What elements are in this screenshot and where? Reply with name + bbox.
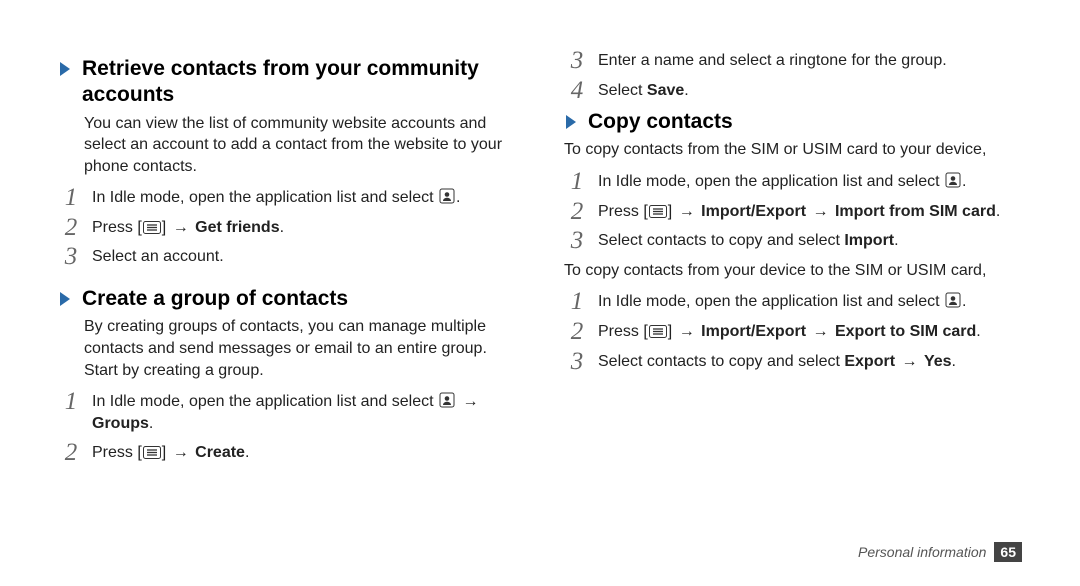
step-text: . (684, 82, 688, 99)
footer-section-label: Personal information (858, 544, 986, 560)
step-item: 3 Enter a name and select a ringtone for… (564, 50, 1022, 72)
contacts-app-icon (945, 172, 961, 188)
step-text: Select an account. (92, 248, 224, 265)
step-text: Select (598, 82, 647, 99)
step-bold: Get friends (195, 219, 279, 236)
step-number: 2 (58, 436, 84, 470)
section-title: Copy contacts (588, 109, 733, 135)
step-text: In Idle mode, open the application list … (598, 173, 944, 190)
section-body: To copy contacts from the SIM or USIM ca… (564, 139, 1022, 161)
step-text: Press [ (598, 323, 648, 340)
step-number: 4 (564, 74, 590, 108)
step-item: 1 In Idle mode, open the application lis… (564, 291, 1022, 313)
step-item: 2 Press [] → Import/Export → Import from… (564, 201, 1022, 223)
step-bold: Import/Export (701, 203, 806, 220)
step-text: ] (668, 203, 677, 220)
step-text: . (280, 219, 284, 236)
section-title: Retrieve contacts from your community ac… (82, 56, 516, 109)
arrow-icon: → (810, 203, 830, 220)
steps-list: 1 In Idle mode, open the application lis… (564, 291, 1022, 372)
arrow-icon: → (810, 323, 830, 340)
step-text: . (952, 353, 956, 370)
step-bold: Export to SIM card (835, 323, 976, 340)
step-text: Press [ (92, 219, 142, 236)
page-number: 65 (994, 542, 1022, 562)
step-text: In Idle mode, open the application list … (598, 293, 944, 310)
menu-key-icon (649, 205, 667, 218)
right-column: 3 Enter a name and select a ringtone for… (564, 50, 1022, 530)
step-text: . (149, 415, 153, 432)
step-item: 3 Select contacts to copy and select Exp… (564, 351, 1022, 373)
chevron-right-icon (564, 113, 578, 131)
step-text: . (456, 189, 460, 206)
step-bold: Import (844, 232, 894, 249)
step-bold: Yes (924, 353, 952, 370)
step-text: Enter a name and select a ringtone for t… (598, 52, 947, 69)
steps-list-continued: 3 Enter a name and select a ringtone for… (564, 50, 1022, 101)
step-text: . (976, 323, 980, 340)
step-number: 1 (58, 385, 84, 419)
step-text: ] (162, 219, 171, 236)
step-bold: Save (647, 82, 684, 99)
section-heading-create-group: Create a group of contacts (58, 286, 516, 312)
steps-list: 1 In Idle mode, open the application lis… (58, 187, 516, 268)
step-text: . (996, 203, 1000, 220)
step-text: Press [ (92, 444, 142, 461)
step-text: ] (668, 323, 677, 340)
contacts-app-icon (945, 292, 961, 308)
page-columns: Retrieve contacts from your community ac… (58, 50, 1022, 530)
step-item: 1 In Idle mode, open the application lis… (58, 391, 516, 434)
arrow-icon: → (171, 219, 191, 236)
section-heading-retrieve: Retrieve contacts from your community ac… (58, 56, 516, 109)
step-item: 2 Press [] → Import/Export → Export to S… (564, 321, 1022, 343)
menu-key-icon (143, 446, 161, 459)
arrow-icon: → (460, 393, 480, 410)
section-body: You can view the list of community websi… (84, 113, 516, 178)
arrow-icon: → (677, 323, 697, 340)
step-text: . (962, 293, 966, 310)
section-title: Create a group of contacts (82, 286, 348, 312)
step-text: Select contacts to copy and select (598, 232, 844, 249)
steps-list: 1 In Idle mode, open the application lis… (564, 171, 1022, 252)
step-item: 3 Select an account. (58, 246, 516, 268)
arrow-icon: → (677, 203, 697, 220)
arrow-icon: → (171, 444, 191, 461)
step-text: . (962, 173, 966, 190)
chevron-right-icon (58, 290, 72, 308)
section-heading-copy-contacts: Copy contacts (564, 109, 1022, 135)
step-item: 2 Press [] → Create. (58, 442, 516, 464)
menu-key-icon (649, 325, 667, 338)
chevron-right-icon (58, 60, 72, 78)
step-text: Select contacts to copy and select (598, 353, 844, 370)
step-item: 4 Select Save. (564, 80, 1022, 102)
step-text: In Idle mode, open the application list … (92, 393, 438, 410)
section-body: By creating groups of contacts, you can … (84, 316, 516, 381)
page-footer: Personal information 65 (858, 542, 1022, 562)
step-item: 3 Select contacts to copy and select Imp… (564, 230, 1022, 252)
contacts-app-icon (439, 392, 455, 408)
left-column: Retrieve contacts from your community ac… (58, 50, 516, 530)
step-text: . (894, 232, 898, 249)
step-number: 3 (564, 345, 590, 379)
steps-list: 1 In Idle mode, open the application lis… (58, 391, 516, 464)
step-bold: Import from SIM card (835, 203, 996, 220)
step-item: 2 Press [] → Get friends. (58, 217, 516, 239)
step-item: 1 In Idle mode, open the application lis… (58, 187, 516, 209)
arrow-icon: → (899, 353, 919, 370)
step-number: 3 (564, 224, 590, 258)
step-number: 3 (58, 240, 84, 274)
menu-key-icon (143, 221, 161, 234)
contacts-app-icon (439, 188, 455, 204)
step-item: 1 In Idle mode, open the application lis… (564, 171, 1022, 193)
step-text: In Idle mode, open the application list … (92, 189, 438, 206)
step-text: ] (162, 444, 171, 461)
step-bold: Create (195, 444, 245, 461)
step-bold: Groups (92, 415, 149, 432)
section-body: To copy contacts from your device to the… (564, 260, 1022, 282)
step-bold: Import/Export (701, 323, 806, 340)
step-bold: Export (844, 353, 895, 370)
step-text: . (245, 444, 249, 461)
step-text: Press [ (598, 203, 648, 220)
